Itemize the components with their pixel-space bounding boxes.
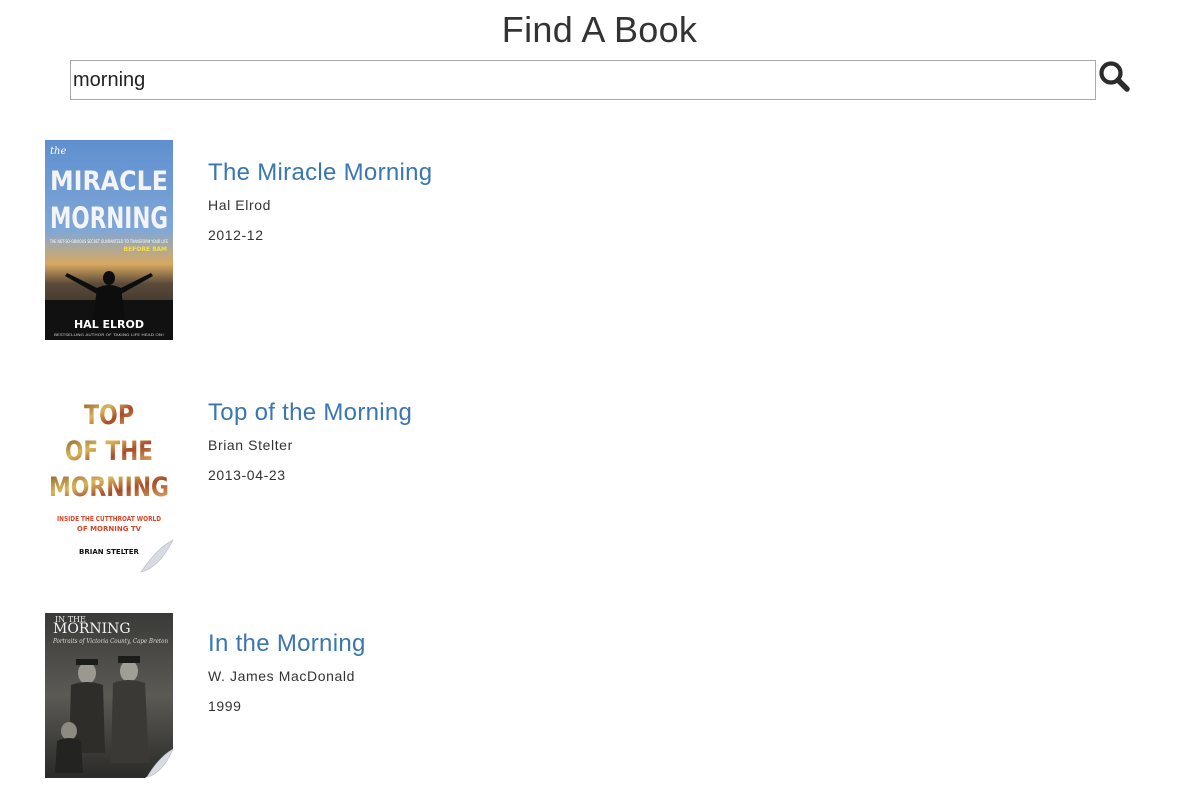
list-item: the MIRACLE MORNING THE NOT-SO-OBVIOUS S…	[45, 140, 1145, 340]
book-author: Hal Elrod	[208, 197, 271, 213]
book-cover-image[interactable]: the MIRACLE MORNING THE NOT-SO-OBVIOUS S…	[45, 140, 173, 340]
book-date: 1999	[208, 698, 242, 714]
cover-text: THE NOT-SO-OBVIOUS SECRET GUARANTEED TO …	[49, 239, 168, 245]
cover-text: HAL ELROD	[74, 318, 144, 331]
book-author: Brian Stelter	[208, 437, 293, 453]
cover-text: OF MORNING TV	[77, 525, 142, 533]
book-info: Top of the Morning Brian Stelter 2013-04…	[208, 398, 412, 484]
cover-text: OF THE	[65, 436, 153, 467]
cover-text: BEFORE 8AM	[124, 246, 167, 253]
book-author: W. James MacDonald	[208, 668, 355, 684]
book-date: 2013-04-23	[208, 467, 286, 483]
book-title-link[interactable]: The Miracle Morning	[208, 158, 432, 188]
book-title-link[interactable]: In the Morning	[208, 629, 366, 659]
cover-text: Portraits of Victoria County, Cape Breto…	[52, 638, 168, 645]
list-item: IN THE MORNING Portraits of Victoria Cou…	[45, 613, 1145, 778]
cover-text: MIRACLE	[50, 166, 168, 197]
list-item: TOP OF THE MORNING INSIDE THE CUTTHROAT …	[45, 392, 1145, 574]
book-info: In the Morning W. James MacDonald 1999	[208, 629, 366, 715]
book-cover-image[interactable]: IN THE MORNING Portraits of Victoria Cou…	[45, 613, 173, 778]
cover-text: MORNING	[53, 621, 131, 637]
cover-text: MORNING	[50, 201, 168, 235]
cover-text: TOP	[84, 400, 134, 431]
cover-text: BESTSELLING AUTHOR OF TAKING LIFE HEAD O…	[54, 333, 164, 337]
page: Find A Book morning the MIRACLE MORNING …	[0, 0, 1199, 793]
results-list: the MIRACLE MORNING THE NOT-SO-OBVIOUS S…	[0, 0, 1199, 793]
book-title-link[interactable]: Top of the Morning	[208, 398, 412, 428]
cover-text: MORNING	[49, 472, 169, 503]
book-info: The Miracle Morning Hal Elrod 2012-12	[208, 158, 432, 244]
book-cover-image[interactable]: TOP OF THE MORNING INSIDE THE CUTTHROAT …	[45, 392, 173, 574]
book-date: 2012-12	[208, 227, 264, 243]
cover-text: the	[50, 146, 66, 157]
cover-text: BRIAN STELTER	[79, 548, 139, 556]
cover-text: INSIDE THE CUTTHROAT WORLD	[57, 515, 161, 523]
